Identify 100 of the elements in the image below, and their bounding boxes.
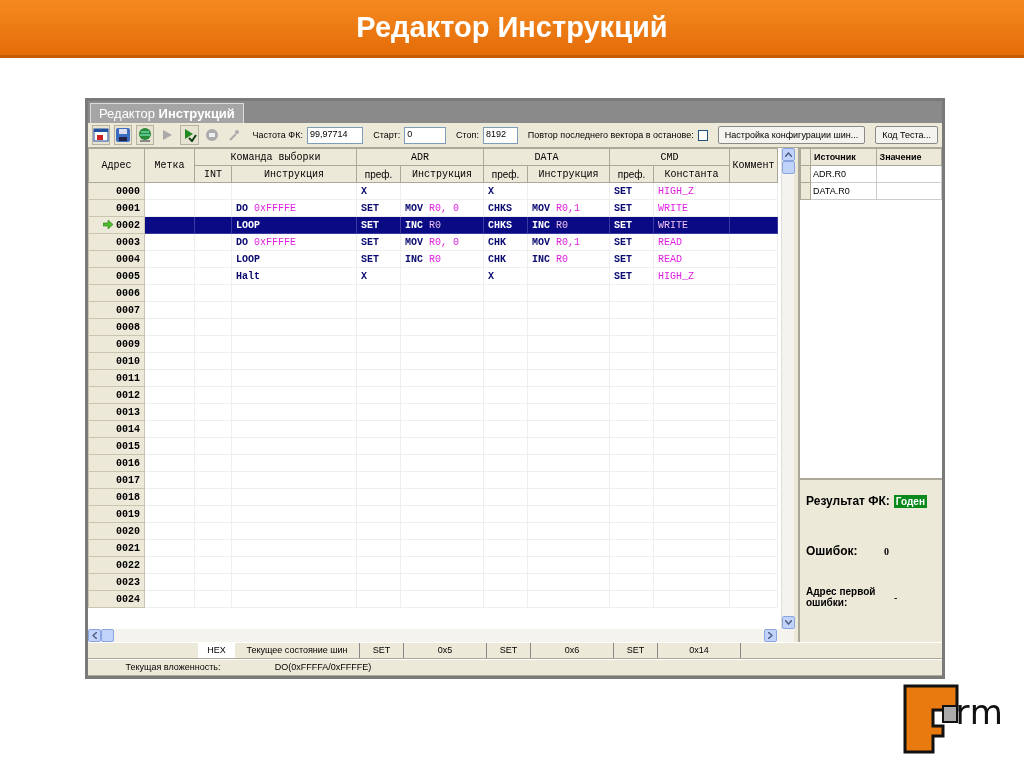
table-cell: SET <box>609 250 654 268</box>
input-field[interactable]: 99,97714 <box>306 126 364 144</box>
row-number: 0020 <box>116 525 140 537</box>
table-cell: LOOP <box>231 216 357 234</box>
toolbar-button[interactable] <box>92 125 111 145</box>
play-icon <box>161 129 174 141</box>
column-group-header: ADR <box>356 148 484 166</box>
table-cell: DATA.R0 <box>810 182 876 200</box>
table-cell: READ <box>653 233 730 251</box>
table-cell: WRITE <box>653 199 730 217</box>
table-cell: Halt <box>231 267 357 285</box>
input-field[interactable]: 8192 <box>482 126 518 144</box>
table-cell: X <box>356 182 401 200</box>
row-number: 0022 <box>116 559 140 571</box>
bus-state-label: Текущее состояние шин <box>235 643 360 658</box>
table-cell: SET <box>609 233 654 251</box>
table-cell: LOOP <box>231 250 357 268</box>
vertical-scrollbar[interactable] <box>781 148 794 629</box>
table-cell: MOV R0,1 <box>527 199 610 217</box>
column-group-header: CMD <box>609 148 730 166</box>
settings-button[interactable]: Настройка конфигурации шин... <box>717 126 866 144</box>
table-cell: MOV R0,1 <box>527 233 610 251</box>
toolbar-button[interactable] <box>114 125 133 145</box>
row-number: 0015 <box>116 440 140 452</box>
table-cell: CHK <box>483 250 528 268</box>
first-error-value: - <box>894 591 898 603</box>
logo-icon <box>903 684 960 754</box>
column-header: Источник <box>810 148 876 166</box>
table-cell: SET <box>609 199 654 217</box>
row-number: 0018 <box>116 491 140 503</box>
first-error-label: Адрес первой ошибки: <box>806 586 877 608</box>
horizontal-scrollbar[interactable] <box>88 629 794 642</box>
row-number: 0003 <box>116 236 140 248</box>
table-cell: SET <box>609 267 654 285</box>
column-header: Метка <box>144 148 195 183</box>
table-cell: CHKS <box>483 199 528 217</box>
row-number: 0008 <box>116 321 140 333</box>
scroll-thumb[interactable] <box>782 161 795 174</box>
row-number: 0009 <box>116 338 140 350</box>
bus-value: 0x5 <box>404 643 487 658</box>
logo-text: rm <box>955 692 1004 732</box>
row-number: 0006 <box>116 287 140 299</box>
table-cell: DO 0xFFFFE <box>231 199 357 217</box>
row-number: 0001 <box>116 202 140 214</box>
stop-icon <box>204 128 219 142</box>
report-icon <box>93 127 110 143</box>
row-number: 0007 <box>116 304 140 316</box>
table-cell: INC R0 <box>400 216 484 234</box>
errors-label: Ошибок: <box>806 544 859 558</box>
field-label: Старт: <box>373 130 401 140</box>
table-cell: CHK <box>483 233 528 251</box>
row-number: 0012 <box>116 389 140 401</box>
row-number: 0017 <box>116 474 140 486</box>
table-cell: X <box>356 267 401 285</box>
row-number: 0021 <box>116 542 140 554</box>
row-number: 0000 <box>116 185 140 197</box>
table-cell: HIGH_Z <box>653 182 730 200</box>
checkbox-label: Повтор последнего вектора в останове: <box>527 130 694 140</box>
toolbar-button[interactable] <box>180 125 199 145</box>
scroll-right-icon[interactable] <box>764 629 777 642</box>
table-cell: HIGH_Z <box>653 267 730 285</box>
column-group-header: DATA <box>483 148 610 166</box>
row-number: 0004 <box>116 253 140 265</box>
row-number: 0016 <box>116 457 140 469</box>
row-number: 0023 <box>116 576 140 588</box>
field-label: Стоп: <box>456 130 479 140</box>
table-cell: INC R0 <box>400 250 484 268</box>
scroll-left-icon[interactable] <box>88 629 101 642</box>
table-cell: SET <box>609 182 654 200</box>
scroll-thumb[interactable] <box>101 629 114 642</box>
table-cell: SET <box>356 233 401 251</box>
table-cell: SET <box>356 216 401 234</box>
column-header: Коммент <box>729 148 778 183</box>
checkbox[interactable] <box>697 129 708 141</box>
errors-value: 0 <box>884 545 889 557</box>
scroll-up-icon[interactable] <box>782 148 795 161</box>
table-cell: SET <box>609 216 654 234</box>
bus-value: 0x14 <box>658 643 741 658</box>
row-number: 0019 <box>116 508 140 520</box>
field-label: Частота ФК: <box>252 130 303 140</box>
table-cell: SET <box>356 250 401 268</box>
scroll-down-icon[interactable] <box>782 616 795 629</box>
table-cell: DO 0xFFFFE <box>231 233 357 251</box>
input-field[interactable]: 0 <box>404 126 447 144</box>
table-cell: ADR.R0 <box>810 165 876 183</box>
status-badge: Годен <box>893 494 927 508</box>
settings-button[interactable]: Код Теста... <box>875 126 939 144</box>
nesting-label: Текущая вложенность: <box>124 661 222 674</box>
row-number: 0011 <box>116 372 140 384</box>
table-cell: SET <box>356 199 401 217</box>
column-header: Адрес <box>88 148 145 183</box>
row-number: 0005 <box>116 270 140 282</box>
column-header: Значение <box>876 148 942 166</box>
row-number: 0010 <box>116 355 140 367</box>
table-cell: CHKS <box>483 216 528 234</box>
table-cell: INC R0 <box>527 216 610 234</box>
table-cell: X <box>483 182 528 200</box>
play-check-icon <box>182 128 197 142</box>
row-number: 0013 <box>116 406 140 418</box>
row-number: 0014 <box>116 423 140 435</box>
